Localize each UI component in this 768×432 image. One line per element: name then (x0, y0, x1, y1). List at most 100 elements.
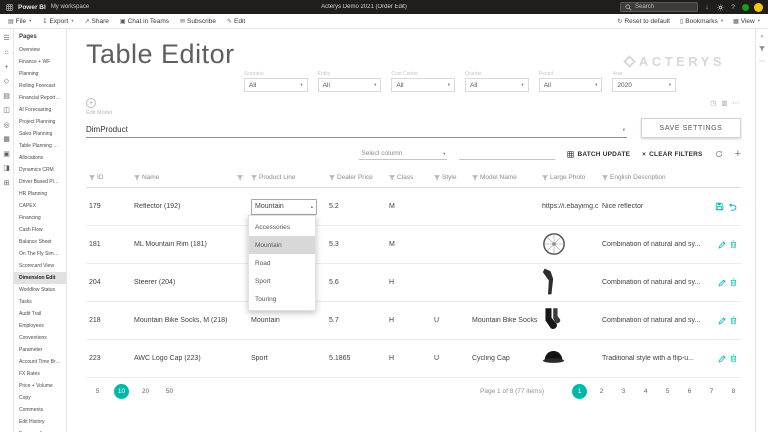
cell-description[interactable]: Combination of natural and sy... (599, 279, 703, 286)
sidebar-item-sales-planning[interactable]: Sales Planning (14, 128, 66, 140)
column-header-dealer-price[interactable]: Dealer Price (326, 174, 386, 181)
sidebar-item-workflow-status[interactable]: Workflow Status (14, 284, 66, 296)
copy-visual-icon[interactable]: ▥ (721, 99, 727, 107)
page-size-5[interactable]: 5 (90, 384, 105, 399)
apps-icon[interactable]: ▣ (2, 150, 12, 158)
filter-funnel-icon[interactable] (237, 174, 243, 181)
cell-style[interactable]: U (431, 355, 469, 362)
sidebar-item-edit-history[interactable]: Edit History (14, 416, 66, 428)
more-options-icon[interactable]: ⋯ (733, 99, 740, 107)
cell-product-line[interactable]: Mountain ▴ (248, 198, 326, 215)
sidebar-item-cash-flow[interactable]: Cash Flow (14, 224, 66, 236)
menu-bookmarks[interactable]: ▯ Bookmarks ▾ (680, 18, 723, 25)
menu-export[interactable]: ↧ Export ▾ (42, 18, 73, 25)
cell-model-name[interactable]: Cycling Cap (469, 355, 539, 362)
goals-icon[interactable]: ◇ (2, 78, 12, 86)
sidebar-item-driver-based-planning[interactable]: Driver Based Planning (14, 176, 66, 188)
page-1[interactable]: 1 (572, 384, 587, 399)
filter-funnel-icon[interactable] (251, 174, 257, 181)
cell-dealer-price[interactable]: 5.1865 (326, 355, 386, 362)
filter-funnel-icon[interactable] (602, 174, 608, 181)
dropdown-option-road[interactable]: Road (249, 254, 315, 272)
more-options-icon[interactable]: ⋯ (759, 58, 765, 65)
sidebar-item-financial-reporting[interactable]: Financial Reporting (14, 92, 66, 104)
slicer-dropdown[interactable]: All ▾ (538, 78, 603, 92)
sidebar-item-allocations[interactable]: Allocations (14, 152, 66, 164)
page-3[interactable]: 3 (616, 384, 631, 399)
create-icon[interactable]: + (2, 63, 12, 71)
edit-row-button[interactable] (718, 278, 726, 287)
cell-class[interactable]: H (386, 317, 431, 324)
menu-subscribe[interactable]: ✉ Subscribe (180, 18, 216, 25)
select-column-dropdown[interactable]: Select column ▾ (359, 148, 448, 160)
edit-row-button[interactable] (718, 240, 726, 249)
edit-model-select[interactable]: DimProduct ▾ (86, 123, 627, 138)
browse-icon[interactable]: ▤ (2, 92, 12, 100)
sidebar-item-scorecard-view[interactable]: Scorecard View (14, 260, 66, 272)
cell-dealer-price[interactable]: 5.6 (326, 279, 386, 286)
home-icon[interactable]: ⌂ (2, 49, 12, 57)
menu-view[interactable]: ▦ View ▾ (733, 18, 760, 25)
cell-product-line[interactable]: Mountain (248, 317, 326, 324)
filter-funnel-icon[interactable] (759, 46, 765, 52)
sidebar-item-overview[interactable]: Overview (14, 44, 66, 56)
refresh-icon[interactable] (715, 150, 723, 158)
sidebar-item-planning[interactable]: Planning (14, 68, 66, 80)
search-box[interactable]: Search (620, 2, 698, 12)
page-5[interactable]: 5 (660, 384, 675, 399)
download-icon[interactable]: ↓ (703, 3, 711, 12)
save-row-button[interactable] (715, 202, 724, 211)
batch-update-button[interactable]: BATCH UPDATE (567, 151, 630, 158)
sidebar-item-table-planning-goals[interactable]: Table Planning Goals (14, 140, 66, 152)
cell-dealer-price[interactable]: 5.2 (326, 203, 386, 210)
workspaces-icon[interactable]: ◨ (2, 165, 12, 173)
page-4[interactable]: 4 (638, 384, 653, 399)
cell-name[interactable]: AWC Logo Cap (223) (131, 355, 234, 362)
page-size-10[interactable]: 10 (114, 384, 129, 399)
sidebar-item-conventions[interactable]: Conventions (14, 332, 66, 344)
cell-name[interactable]: ML Mountain Rim (181) (131, 241, 234, 248)
column-header-class[interactable]: Class (386, 174, 431, 181)
page-2[interactable]: 2 (594, 384, 609, 399)
add-row-icon[interactable]: + (735, 148, 741, 160)
dropdown-option-sport[interactable]: Sport (249, 272, 315, 290)
column-header-blank[interactable] (234, 174, 248, 181)
page-size-50[interactable]: 50 (162, 384, 177, 399)
edit-row-button[interactable] (718, 316, 726, 325)
my-workspace-icon[interactable]: ⊞ (2, 179, 12, 187)
column-header-english-description[interactable]: English Description (599, 174, 703, 181)
cell-description[interactable]: Combination of natural and sy... (599, 317, 703, 324)
cell-description[interactable]: Traditional style with a flip-u... (599, 355, 703, 362)
help-icon[interactable]: ? (729, 3, 737, 12)
menu-file[interactable]: ▤ File ▾ (8, 18, 31, 25)
settings-icon[interactable] (716, 3, 724, 12)
cell-name[interactable]: Reflector (192) (131, 203, 234, 210)
delete-row-button[interactable] (730, 354, 737, 363)
menu-edit[interactable]: ✎ Edit (227, 18, 245, 25)
delete-row-button[interactable] (730, 316, 737, 325)
avatar[interactable] (754, 2, 763, 12)
page-size-20[interactable]: 20 (138, 384, 153, 399)
page-6[interactable]: 6 (682, 384, 697, 399)
slicer-dropdown[interactable]: 2020 ▾ (612, 78, 677, 92)
sidebar-item-parameter[interactable]: Parameter (14, 344, 66, 356)
undo-row-button[interactable] (728, 202, 737, 211)
menu-chat-in-teams[interactable]: ▣ Chat in Teams (120, 18, 169, 25)
edit-row-button[interactable] (718, 354, 726, 363)
filter-funnel-icon[interactable] (434, 174, 440, 181)
cell-dealer-price[interactable]: 5.3 (326, 241, 386, 248)
filter-funnel-icon[interactable] (329, 174, 335, 181)
product-line-select[interactable]: Mountain ▴ (251, 198, 317, 215)
sidebar-item-on-the-fly-simulation[interactable]: On The Fly Simulation (14, 248, 66, 260)
sidebar-item-financing[interactable]: Financing (14, 212, 66, 224)
clear-filters-button[interactable]: × CLEAR FILTERS (642, 151, 702, 158)
column-header-model-name[interactable]: Model Name (469, 174, 539, 181)
menu-reset-to-default[interactable]: ↻ Reset to default (617, 18, 670, 25)
cell-description[interactable]: Nice reflector (599, 203, 703, 210)
sidebar-item-employees[interactable]: Employees (14, 320, 66, 332)
sidebar-item-price-volume[interactable]: Price + Volume (14, 380, 66, 392)
filter-funnel-icon[interactable] (89, 174, 95, 181)
cell-style[interactable]: U (431, 317, 469, 324)
sidebar-item-dimension-edit[interactable]: Dimension Edit (14, 272, 66, 284)
sidebar-item-copy[interactable]: Copy (14, 392, 66, 404)
